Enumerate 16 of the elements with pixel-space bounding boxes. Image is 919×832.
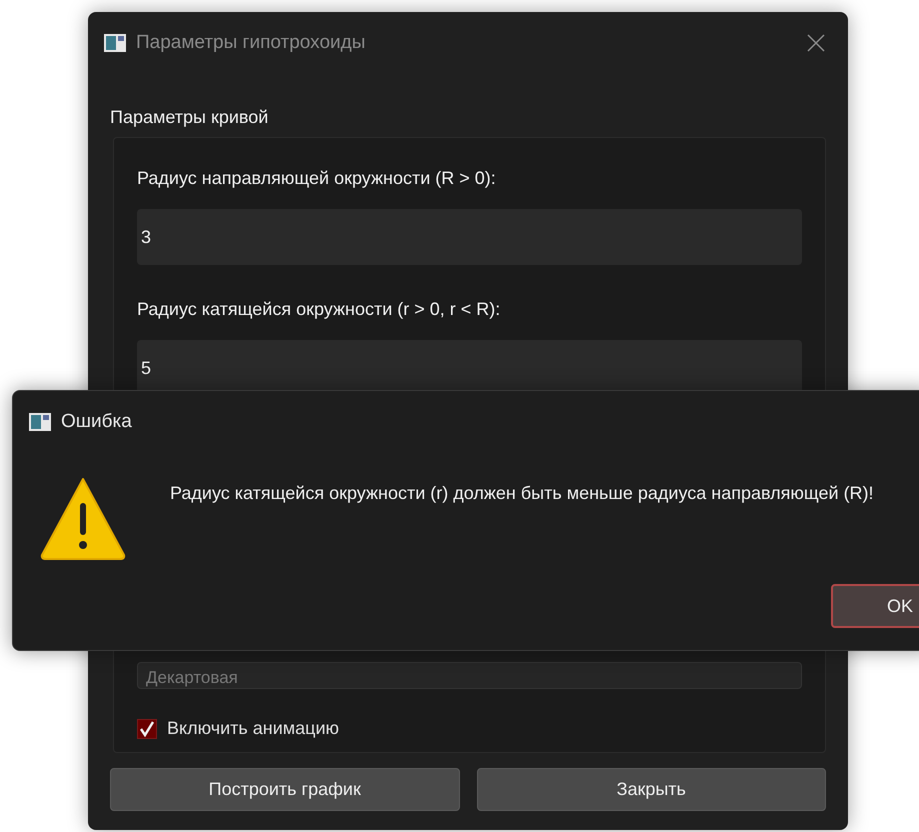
input-field[interactable]: 3 [137, 209, 802, 265]
checkbox-label: Включить анимацию [167, 717, 340, 740]
group-title: Параметры кривой [110, 106, 270, 129]
window-title: Параметры гипотрохоиды [136, 30, 366, 55]
close-icon[interactable] [806, 33, 826, 53]
warning-icon [40, 475, 126, 561]
app-icon [29, 413, 51, 431]
field-label: Радиус катящейся окружности (r > 0, r < R): [137, 298, 502, 321]
ok-button[interactable]: OK [831, 584, 919, 628]
window-title: Ошибка [61, 410, 132, 434]
checkbox[interactable] [137, 718, 157, 738]
dialog-button[interactable]: Построить график [110, 768, 460, 811]
field-label: Радиус направляющей окружности (R > 0): [137, 167, 497, 190]
app-icon [104, 34, 126, 52]
error-message: Радиус катящейся окружности (r) должен быть меньше радиуса направляющей (R)! [170, 482, 875, 505]
dialog-button[interactable]: Закрыть [476, 768, 826, 811]
